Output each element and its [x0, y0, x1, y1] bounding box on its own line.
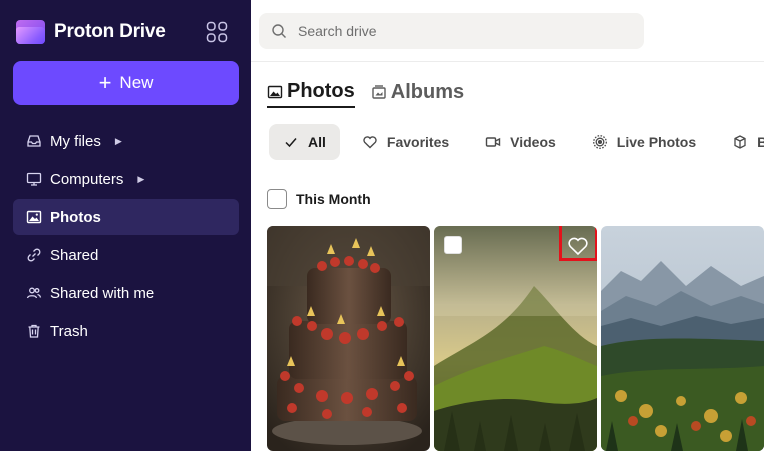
photo-tile-mountain-valley[interactable]	[601, 226, 764, 451]
new-button[interactable]: + New	[13, 61, 239, 105]
image-icon	[267, 85, 283, 98]
heart-icon[interactable]	[567, 236, 589, 256]
top-bar	[251, 0, 764, 62]
sidebar-item-label: Photos	[50, 208, 101, 226]
sidebar-item-my-files[interactable]: My files ▶	[13, 123, 239, 159]
inbox-icon	[25, 133, 42, 150]
cake-photo-image	[267, 226, 430, 451]
sidebar-item-computers[interactable]: Computers ▶	[13, 161, 239, 197]
trash-icon	[25, 323, 42, 340]
image-icon	[25, 209, 42, 226]
filter-label: Live Photos	[616, 134, 697, 150]
section-title: This Month	[296, 191, 371, 207]
filter-live-photos[interactable]: Live Photos	[578, 124, 710, 160]
view-tabs: Photos Albums	[267, 77, 480, 108]
tab-photos[interactable]: Photos	[267, 77, 355, 108]
cube-icon	[734, 135, 746, 149]
sidebar-item-shared-with-me[interactable]: Shared with me	[13, 275, 239, 311]
sidebar-item-label: My files	[50, 132, 101, 150]
monitor-icon	[25, 171, 42, 188]
main-content: Photos Albums All Favorites Videos Live …	[251, 0, 764, 451]
link-icon	[25, 247, 42, 264]
apps-grid-icon[interactable]	[206, 21, 228, 43]
search-box[interactable]	[259, 13, 644, 49]
plus-icon: +	[98, 70, 112, 95]
sidebar-item-label: Shared	[50, 246, 99, 264]
live-photo-icon	[592, 135, 607, 149]
brand[interactable]: Proton Drive	[16, 18, 166, 46]
users-icon	[25, 285, 42, 302]
tab-label: Albums	[390, 80, 465, 103]
sidebar-item-label: Computers	[50, 170, 124, 188]
heart-icon	[363, 136, 377, 149]
brand-name: Proton Drive	[54, 21, 166, 42]
filter-label: All	[308, 134, 326, 150]
album-icon	[372, 85, 386, 99]
mountain-valley-photo-image	[601, 226, 764, 451]
sidebar-item-shared[interactable]: Shared	[13, 237, 239, 273]
sidebar-item-trash[interactable]: Trash	[13, 313, 239, 349]
photo-select-checkbox[interactable]	[444, 236, 462, 254]
tab-albums[interactable]: Albums	[371, 77, 464, 107]
filter-chips: All Favorites Videos Live Photos B	[269, 124, 764, 160]
search-icon	[272, 24, 286, 38]
filter-label: Favorites	[386, 134, 450, 150]
search-input[interactable]	[298, 23, 628, 39]
photo-grid	[267, 226, 764, 451]
select-all-checkbox[interactable]	[267, 189, 287, 209]
photo-tile-cake[interactable]	[267, 226, 430, 451]
sidebar-item-photos[interactable]: Photos	[13, 199, 239, 235]
caret-right-icon[interactable]: ▶	[115, 136, 122, 147]
filter-all[interactable]: All	[269, 124, 340, 160]
sidebar-item-label: Shared with me	[50, 284, 155, 302]
filter-videos[interactable]: Videos	[471, 124, 570, 160]
video-icon	[485, 137, 501, 147]
section-header: This Month	[267, 189, 371, 209]
filter-label: B	[757, 134, 764, 150]
sidebar: Proton Drive + New My files ▶ Computers …	[0, 0, 251, 451]
sidebar-item-label: Trash	[50, 322, 88, 340]
proton-drive-logo-icon	[16, 20, 45, 44]
photo-tile-misty-forest[interactable]	[434, 226, 597, 451]
sidebar-nav: My files ▶ Computers ▶ Photos Shared Sha…	[13, 123, 239, 351]
caret-right-icon[interactable]: ▶	[137, 174, 144, 185]
new-button-label: New	[119, 73, 154, 92]
filter-favorites[interactable]: Favorites	[348, 124, 463, 160]
check-icon	[285, 138, 297, 148]
tab-label: Photos	[287, 80, 355, 102]
filter-label: Videos	[510, 134, 556, 150]
filter-b[interactable]: B	[718, 124, 764, 160]
